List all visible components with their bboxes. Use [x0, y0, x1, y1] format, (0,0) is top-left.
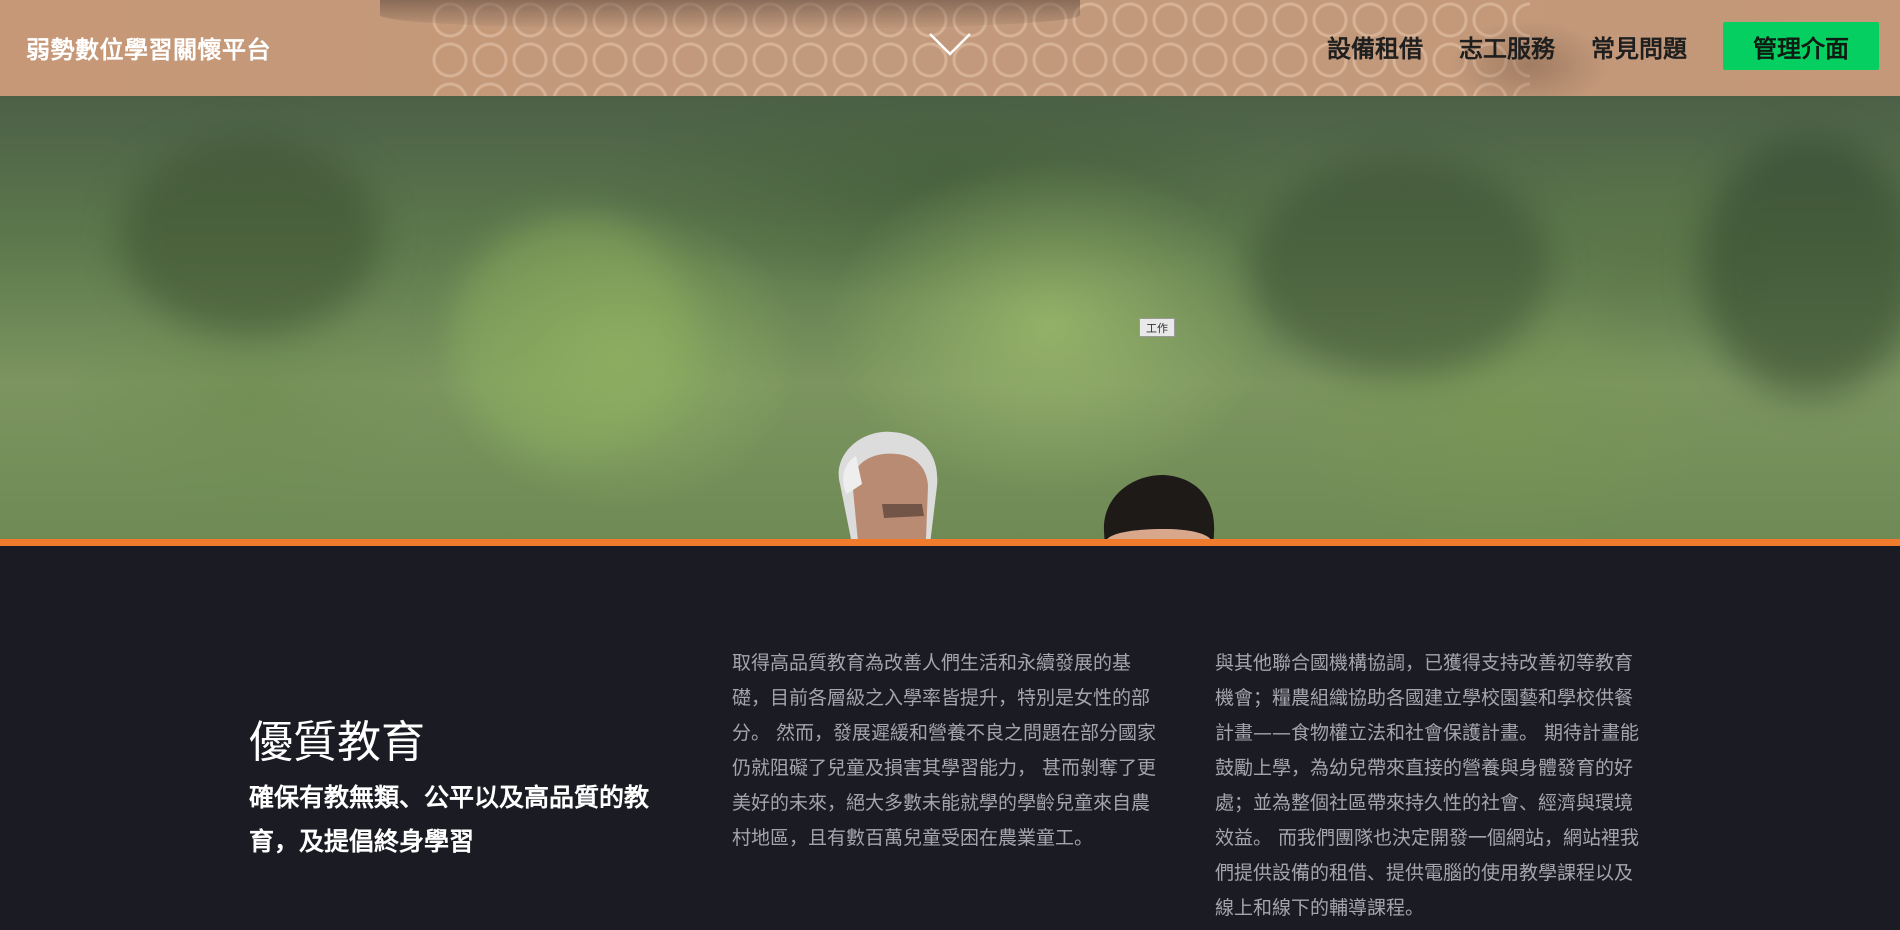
section-paragraph: 與其他聯合國機構協調，已獲得支持改善初等教育機會；糧農組織協助各國建立學校園藝和…	[1215, 652, 1640, 919]
quality-education-section: 優質教育 確保有教無類、公平以及高品質的教育，及提倡終身學習 取得高品質教育為改…	[0, 546, 1900, 930]
site-brand[interactable]: 弱勢數位學習關懷平台	[26, 30, 271, 65]
section-paragraph: 取得高品質教育為改善人們生活和永續發展的基礎，目前各層級之入學率皆提升，特別是女…	[732, 652, 1157, 849]
forest-texture	[1700, 136, 1900, 396]
accent-divider	[0, 539, 1900, 546]
main-nav: 設備租借 志工服務 常見問題 管理介面	[1327, 22, 1879, 70]
nav-link-equipment-rental[interactable]: 設備租借	[1327, 29, 1423, 64]
section-subtitle: 確保有教無類、公平以及高品質的教育，及提倡終身學習	[249, 783, 650, 856]
forest-texture	[1250, 156, 1550, 376]
young-man-figure	[1103, 474, 1215, 539]
hero-banner-image: 工作	[0, 96, 1900, 539]
forest-texture	[120, 136, 380, 336]
forest-texture	[450, 216, 690, 456]
header-roof-shade	[380, 0, 1080, 30]
section-title: 優質教育	[249, 717, 425, 768]
admin-panel-button[interactable]: 管理介面	[1723, 22, 1879, 70]
top-navbar: 弱勢數位學習關懷平台 設備租借 志工服務 常見問題 管理介面	[0, 0, 1900, 96]
elderly-man-figure	[838, 431, 938, 539]
chevron-down-icon	[929, 33, 971, 56]
menu-toggle-button[interactable]	[928, 30, 972, 60]
nav-link-faq[interactable]: 常見問題	[1591, 29, 1687, 64]
nav-link-volunteer-service[interactable]: 志工服務	[1459, 29, 1555, 64]
image-tag-label: 工作	[1139, 318, 1175, 337]
